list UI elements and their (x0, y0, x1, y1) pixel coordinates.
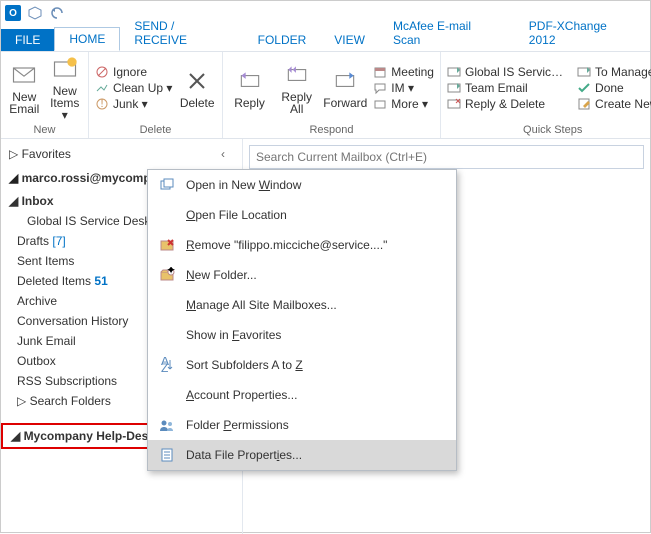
new-items-button[interactable]: New Items ▾ (48, 55, 83, 121)
qs-tomanager[interactable]: To Manager (577, 65, 651, 79)
new-window-icon (158, 177, 176, 193)
ctx-label: Sort Subfolders A to Z (186, 358, 303, 372)
ctx-label: Open File Location (186, 208, 287, 222)
delete-label: Delete (180, 97, 215, 109)
ignore-button[interactable]: Ignore (95, 65, 172, 79)
svg-text:✦: ✦ (166, 267, 175, 277)
ctx-label: New Folder... (186, 268, 257, 282)
ctx-label: Folder Permissions (186, 418, 289, 432)
ctx-label: Data File Properties... (186, 448, 302, 462)
qs-replydel[interactable]: Reply & Delete (447, 97, 563, 111)
qat-undo-icon[interactable] (49, 5, 65, 21)
tab-view[interactable]: VIEW (320, 29, 379, 51)
ctx-label: Remove "filippo.micciche@service...." (186, 238, 387, 252)
svg-text:!: ! (100, 97, 103, 110)
qs-global[interactable]: Global IS Servic… (447, 65, 563, 79)
group-respond-label: Respond (223, 124, 440, 138)
group-delete-label: Delete (89, 124, 222, 138)
more-button[interactable]: More ▾ (373, 97, 434, 111)
tab-folder[interactable]: FOLDER (244, 29, 321, 51)
ctx-label: Account Properties... (186, 388, 297, 402)
group-new-label: New (1, 124, 88, 138)
qs-done[interactable]: Done (577, 81, 651, 95)
group-quicksteps-label: Quick Steps (441, 124, 651, 138)
ctx-remove-filippo-micciche-service[interactable]: Remove "filippo.micciche@service...." (148, 230, 456, 260)
remove-icon (158, 237, 176, 253)
ctx-open-file-location[interactable]: Open File Location (148, 200, 456, 230)
tab-home[interactable]: HOME (54, 27, 120, 51)
delete-button[interactable]: Delete (178, 67, 216, 109)
ctx-open-in-new-window[interactable]: Open in New Window (148, 170, 456, 200)
cleanup-button[interactable]: Clean Up ▾ (95, 81, 172, 95)
ctx-folder-permissions[interactable]: Folder Permissions (148, 410, 456, 440)
qat-send-receive-icon[interactable] (27, 5, 43, 21)
ribbon: New Email New Items ▾ New Ignore Clean U… (1, 51, 650, 139)
qs-team[interactable]: Team Email (447, 81, 563, 95)
meeting-button[interactable]: Meeting (373, 65, 434, 79)
reply-all-button[interactable]: Reply All (276, 61, 317, 115)
new-email-label: New Email (9, 91, 39, 115)
datafile-icon (158, 447, 176, 463)
svg-text:Z: Z (161, 361, 168, 373)
new-folder-icon: ✦ (158, 267, 176, 283)
junk-button[interactable]: !Junk ▾ (95, 97, 172, 111)
ctx-manage-all-site-mailboxes[interactable]: Manage All Site Mailboxes... (148, 290, 456, 320)
new-items-label: New Items ▾ (48, 85, 83, 121)
ribbon-tabs: FILE HOME SEND / RECEIVE FOLDER VIEW McA… (1, 25, 650, 51)
collapse-nav[interactable]: ‹ (212, 147, 234, 161)
ctx-label: Show in Favorites (186, 328, 281, 342)
ctx-data-file-properties[interactable]: Data File Properties... (148, 440, 456, 470)
ctx-show-in-favorites[interactable]: Show in Favorites (148, 320, 456, 350)
ctx-label: Open in New Window (186, 178, 301, 192)
permissions-icon (158, 417, 176, 433)
ctx-label: Manage All Site Mailboxes... (186, 298, 337, 312)
forward-button[interactable]: Forward (323, 67, 367, 109)
qs-create[interactable]: Create New (577, 97, 651, 111)
outlook-icon: O (5, 5, 21, 21)
tab-mcafee[interactable]: McAfee E-mail Scan (379, 15, 515, 51)
search-input[interactable] (249, 145, 644, 169)
reply-button[interactable]: Reply (229, 67, 270, 109)
tab-pdfx[interactable]: PDF-XChange 2012 (515, 15, 650, 51)
ctx-new-folder[interactable]: ✦ New Folder... (148, 260, 456, 290)
im-button[interactable]: IM ▾ (373, 81, 434, 95)
ctx-sort-subfolders-a-to-z[interactable]: AZ Sort Subfolders A to Z (148, 350, 456, 380)
ctx-account-properties[interactable]: Account Properties... (148, 380, 456, 410)
sort-icon: AZ (158, 357, 176, 373)
favorites-header[interactable]: ▷ Favorites (9, 147, 71, 161)
tab-send-receive[interactable]: SEND / RECEIVE (120, 15, 243, 51)
context-menu: Open in New Window Open File Location Remo… (147, 169, 457, 471)
new-email-button[interactable]: New Email (7, 61, 42, 115)
tab-file[interactable]: FILE (1, 29, 54, 51)
